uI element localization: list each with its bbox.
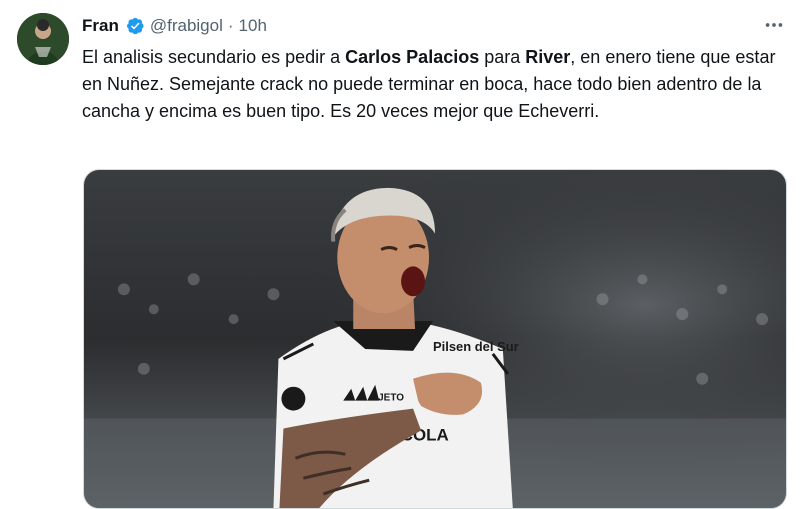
player-celebration-photo: Pilsen del Sur JETO COCA-COLA bbox=[84, 170, 786, 508]
mention-club-name: River bbox=[525, 47, 571, 67]
jersey-brand-text: JETO bbox=[378, 393, 404, 404]
author-handle[interactable]: @frabigol bbox=[150, 16, 223, 36]
verified-badge-icon bbox=[126, 17, 144, 35]
author-name[interactable]: Fran bbox=[82, 16, 119, 36]
tweet-text: El analisis secundario es pedir a Carlos… bbox=[82, 44, 787, 125]
more-options-button[interactable] bbox=[762, 13, 786, 37]
separator-dot: · bbox=[227, 16, 234, 35]
avatar[interactable] bbox=[17, 13, 69, 65]
tweet-timestamp[interactable]: 10h bbox=[239, 16, 267, 36]
tweet-text-segment: El analisis secundario es pedir a bbox=[82, 47, 346, 67]
mention-player-name: Carlos Palacios bbox=[345, 47, 480, 67]
tweet-media-photo[interactable]: Pilsen del Sur JETO COCA-COLA bbox=[83, 169, 787, 509]
tweet-header: Fran @frabigol · 10h bbox=[82, 14, 267, 38]
tweet-text-segment: para bbox=[479, 47, 526, 67]
more-options-icon bbox=[765, 23, 783, 27]
avatar-image bbox=[17, 13, 69, 65]
jersey-sponsor-text: Pilsen del Sur bbox=[433, 339, 519, 354]
